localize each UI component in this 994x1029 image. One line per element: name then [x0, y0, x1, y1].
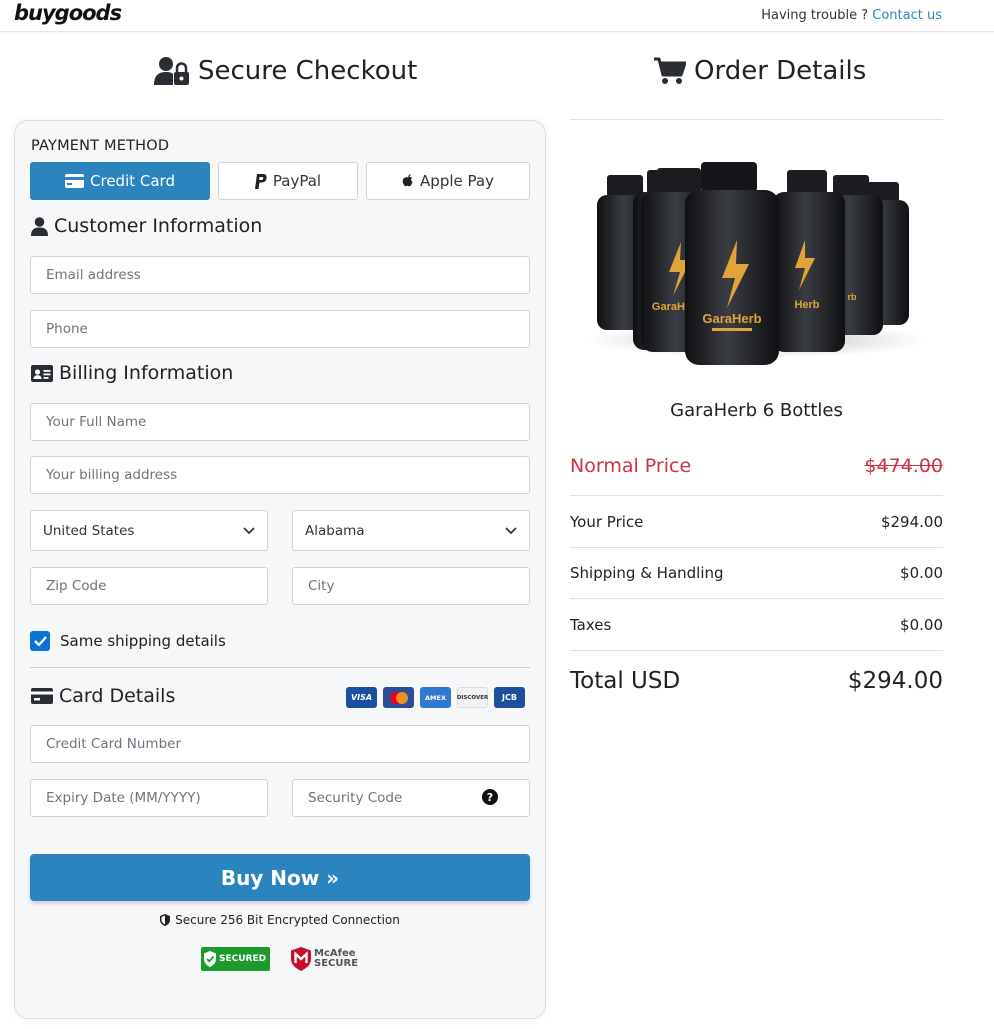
buy-now-button[interactable]: Buy Now » [30, 854, 530, 901]
taxes-row: Taxes $0.00 [570, 616, 943, 634]
billing-information-title: Billing Information [59, 362, 234, 384]
apple-pay-button[interactable]: Apple Pay [366, 162, 530, 200]
bottle-brand-center: GaraHerb [702, 311, 761, 326]
credit-card-icon [65, 174, 85, 188]
product-bottles-image: rb Gar Herb GaraHerb GaraHerb [587, 162, 927, 365]
contact-us-link[interactable]: Contact us [872, 8, 942, 23]
normal-price-row: Normal Price $474.00 [570, 455, 943, 477]
paypal-icon [254, 173, 267, 189]
shopping-cart-icon [654, 57, 686, 84]
shipping-label: Shipping & Handling [570, 564, 724, 582]
normal-price-value: $474.00 [864, 455, 943, 477]
trustguard-text: SECURED [219, 954, 267, 964]
checkout-form-card: PAYMENT METHOD Credit Card PayPal Apple … [14, 120, 546, 1019]
user-icon [31, 216, 48, 236]
zip-code-field[interactable]: Zip Code [30, 567, 268, 605]
mastercard-circles-icon [389, 691, 408, 704]
chevron-down-icon [505, 526, 517, 534]
credit-card-button[interactable]: Credit Card [30, 162, 210, 200]
help-text: Having trouble ? Contact us [761, 8, 942, 23]
jcb-logo: JCB [494, 687, 525, 708]
total-row: Total USD $294.00 [570, 668, 943, 694]
customer-information-title: Customer Information [54, 215, 263, 237]
svg-text:rb: rb [848, 292, 858, 302]
card-details-title: Card Details [59, 685, 176, 707]
mcafee-badge: McAfee SECURE [291, 947, 358, 971]
total-label: Total USD [570, 668, 681, 694]
country-value: United States [43, 522, 135, 539]
amex-logo: AMEX [420, 687, 451, 708]
order-top-divider [570, 119, 943, 120]
order-details-heading: Order Details [654, 56, 866, 86]
accepted-cards: VISA AMEX DISCOVER JCB [346, 687, 525, 708]
mcafee-line-2: SECURE [314, 958, 359, 969]
expiry-date-field[interactable]: Expiry Date (MM/YYYY) [30, 779, 268, 817]
shield-icon [160, 914, 171, 926]
credit-card-label: Credit Card [90, 172, 175, 190]
checkmark-icon [33, 636, 47, 646]
row-divider [570, 547, 943, 548]
same-shipping-label: Same shipping details [60, 632, 226, 650]
trouble-label: Having trouble ? [761, 8, 869, 23]
row-divider [570, 650, 943, 651]
credit-card-icon [31, 688, 53, 704]
mastercard-logo [383, 687, 414, 708]
mcafee-text: McAfee SECURE [314, 949, 358, 969]
apple-icon [402, 174, 413, 187]
state-value: Alabama [305, 522, 365, 539]
discover-logo: DISCOVER [457, 687, 488, 708]
paypal-button[interactable]: PayPal [218, 162, 358, 200]
billing-information-heading: Billing Information [31, 362, 233, 384]
trustguard-shield-icon [204, 951, 216, 967]
country-select[interactable]: United States [30, 510, 268, 551]
top-bar: buygoods Having trouble ? Contact us [0, 0, 994, 32]
visa-logo: VISA [346, 687, 377, 708]
user-lock-icon [154, 57, 189, 85]
paypal-label: PayPal [272, 172, 322, 190]
id-card-icon [31, 364, 53, 382]
taxes-value: $0.00 [900, 616, 943, 634]
same-shipping-option[interactable]: Same shipping details [30, 631, 226, 651]
product-name: GaraHerb 6 Bottles [670, 400, 843, 421]
payment-method-label: PAYMENT METHOD [31, 138, 170, 154]
total-value: $294.00 [847, 668, 943, 694]
taxes-label: Taxes [570, 616, 612, 634]
shipping-value: $0.00 [900, 564, 943, 582]
full-name-field[interactable]: Your Full Name [30, 403, 530, 441]
shipping-row: Shipping & Handling $0.00 [570, 564, 943, 582]
secure-connection-text: Secure 256 Bit Encrypted Connection [175, 913, 400, 927]
city-field[interactable]: City [292, 567, 530, 605]
your-price-row: Your Price $294.00 [570, 513, 943, 531]
row-divider [570, 598, 943, 599]
secure-checkout-heading: Secure Checkout [154, 56, 417, 86]
row-divider [570, 495, 943, 496]
billing-address-field[interactable]: Your billing address [30, 456, 530, 494]
buygoods-logo[interactable]: buygoods [14, 1, 122, 25]
same-shipping-checkbox[interactable] [30, 631, 50, 651]
your-price-label: Your Price [570, 513, 644, 531]
question-circle-icon[interactable]: ? [482, 789, 498, 805]
phone-field[interactable]: Phone [30, 310, 530, 348]
email-field[interactable]: Email address [30, 256, 530, 294]
state-select[interactable]: Alabama [292, 510, 530, 551]
card-details-heading: Card Details [31, 685, 175, 707]
secure-checkout-title: Secure Checkout [198, 56, 418, 86]
card-number-field[interactable]: Credit Card Number [30, 725, 530, 763]
apple-pay-label: Apple Pay [420, 172, 494, 190]
form-divider [30, 667, 530, 668]
chevron-down-icon [243, 526, 255, 534]
mcafee-shield-icon [291, 947, 311, 971]
customer-information-heading: Customer Information [31, 215, 262, 237]
trustguard-badge: SECURED [201, 947, 270, 971]
order-details-title: Order Details [694, 56, 867, 86]
your-price-value: $294.00 [880, 513, 943, 531]
bottle-front-center: GaraHerb [685, 162, 779, 365]
normal-price-label: Normal Price [570, 455, 692, 477]
secure-connection-note: Secure 256 Bit Encrypted Connection [15, 913, 545, 927]
svg-text:Herb: Herb [794, 299, 819, 311]
